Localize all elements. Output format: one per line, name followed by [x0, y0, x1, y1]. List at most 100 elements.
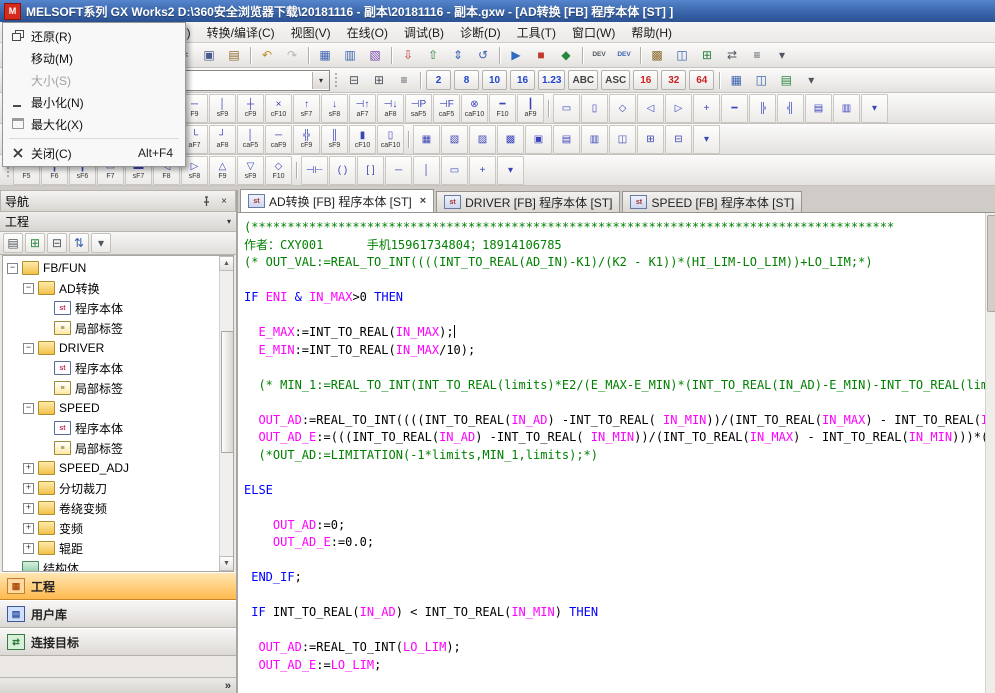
ladder-sF8-button[interactable]: ↓sF8: [321, 94, 348, 123]
ladder-saF5-button[interactable]: ⊣PsaF5: [405, 94, 432, 123]
device-list-icon[interactable]: ≡: [745, 44, 769, 66]
system-menu-item[interactable]: 关闭(C)Alt+F4: [5, 142, 183, 164]
display-setting-icon[interactable]: ▤: [3, 233, 23, 253]
ladder-tool-button[interactable]: ▥: [833, 94, 860, 123]
st-code-area[interactable]: (***************************************…: [238, 213, 985, 693]
statement-display-icon[interactable]: ⊞: [367, 69, 391, 91]
scroll-up-icon[interactable]: ▲: [219, 256, 234, 271]
parameter-icon[interactable]: ▩: [645, 44, 669, 66]
label-setting-icon[interactable]: ⊞: [695, 44, 719, 66]
ladder-tool-button[interactable]: ━: [721, 94, 748, 123]
redo-icon[interactable]: ↷: [280, 44, 304, 66]
overflow-chevron-icon[interactable]: ▾: [799, 69, 823, 91]
ladder-tool-button[interactable]: ▤: [805, 94, 832, 123]
sort-icon[interactable]: ⇅: [69, 233, 89, 253]
title-bar[interactable]: M MELSOFT系列 GX Works2 D:\360安全浏览器下载\2018…: [0, 0, 995, 22]
tree-scrollbar[interactable]: ▲ ▼: [219, 256, 233, 571]
ladder-cF9-button[interactable]: ╬cF9: [293, 125, 320, 154]
editor-scrollbar[interactable]: [985, 213, 995, 693]
watch-window-icon[interactable]: ▤: [774, 69, 798, 91]
tree-item[interactable]: +辊距: [3, 538, 219, 558]
ladder-caF9-button[interactable]: ─caF9: [265, 125, 292, 154]
copy-icon[interactable]: ▣: [197, 44, 221, 66]
tree-item[interactable]: ≡局部标签: [3, 318, 219, 338]
collapse-icon[interactable]: −: [7, 263, 18, 274]
tree-item[interactable]: st程序本体: [3, 358, 219, 378]
tree-item[interactable]: −DRIVER: [3, 338, 219, 358]
ladder-tool-button[interactable]: ( ): [329, 156, 356, 185]
tab-close-icon[interactable]: ×: [420, 196, 426, 207]
ladder-tool-button[interactable]: ◁: [637, 94, 664, 123]
comment-display-icon[interactable]: ⊟: [342, 69, 366, 91]
menubar-item[interactable]: 帮助(H): [623, 21, 680, 44]
expand-icon[interactable]: +: [23, 483, 34, 494]
ladder-tool-button[interactable]: ⊞: [637, 125, 664, 154]
undo-icon[interactable]: ↶: [255, 44, 279, 66]
system-menu-item[interactable]: 还原(R): [5, 25, 183, 47]
project-tree-bar[interactable]: 工程 ▾: [0, 212, 236, 232]
editor-tab[interactable]: stAD转换 [FB] 程序本体 [ST]×: [240, 189, 434, 212]
tree-item[interactable]: +变频: [3, 518, 219, 538]
tree-item[interactable]: −FB/FUN: [3, 258, 219, 278]
chevron-down-icon[interactable]: ▾: [227, 217, 231, 226]
ladder-caF5-button[interactable]: ⊣FcaF5: [433, 94, 460, 123]
ladder-tool-button[interactable]: ◇: [609, 94, 636, 123]
ladder-tool-button[interactable]: ╣: [777, 94, 804, 123]
monitor-write-icon[interactable]: ◆: [554, 44, 578, 66]
tree-item[interactable]: 结构体: [3, 558, 219, 571]
ascii-display-button[interactable]: ASC: [601, 70, 630, 90]
system-menu-item[interactable]: 最大化(X): [5, 113, 183, 135]
system-menu-item[interactable]: 大小(S): [5, 69, 183, 91]
buffer-memory-icon[interactable]: ◫: [749, 69, 773, 91]
start-monitor-icon[interactable]: ▶: [504, 44, 528, 66]
menubar-item[interactable]: 工具(T): [509, 21, 564, 44]
ladder-tool-button[interactable]: ⊣⊢: [301, 156, 328, 185]
radix-hex-button[interactable]: 16: [510, 70, 535, 90]
collapse-all-icon[interactable]: ⊟: [47, 233, 67, 253]
ladder-tool-button[interactable]: ▣: [525, 125, 552, 154]
ladder-sF7-button[interactable]: ↑sF7: [293, 94, 320, 123]
ladder-aF9-button[interactable]: ┃aF9: [517, 94, 544, 123]
ladder-tool-button[interactable]: +: [469, 156, 496, 185]
new-data-icon[interactable]: ⊞: [25, 233, 45, 253]
tree-item[interactable]: ≡局部标签: [3, 378, 219, 398]
tree-item[interactable]: st程序本体: [3, 418, 219, 438]
write-to-plc-icon[interactable]: ⇩: [396, 44, 420, 66]
expand-icon[interactable]: +: [23, 523, 34, 534]
ladder-sF9-button[interactable]: ║sF9: [321, 125, 348, 154]
scrollbar-thumb[interactable]: [987, 215, 995, 312]
menubar-item[interactable]: 诊断(D): [452, 21, 509, 44]
word-16-button[interactable]: 16: [633, 70, 658, 90]
ladder-tool-button[interactable]: ─: [385, 156, 412, 185]
system-menu-item[interactable]: 最小化(N): [5, 91, 183, 113]
ladder-cF10-button[interactable]: ▮cF10: [349, 125, 376, 154]
more-buttons-chevron[interactable]: »: [225, 680, 231, 692]
dword-32-button[interactable]: 32: [661, 70, 686, 90]
overflow-chevron-icon[interactable]: ▾: [770, 44, 794, 66]
device-memory-icon[interactable]: DEV: [612, 44, 636, 66]
tree-item[interactable]: −SPEED: [3, 398, 219, 418]
nav-category-button[interactable]: ⇄连接目标: [0, 628, 236, 656]
ladder-caF10-button[interactable]: ⊗caF10: [461, 94, 488, 123]
ladder-tool-button[interactable]: ▨: [469, 125, 496, 154]
close-icon[interactable]: ×: [217, 194, 231, 208]
melsoft-app-icon[interactable]: M: [4, 3, 21, 20]
ladder-tool-button[interactable]: ▤: [553, 125, 580, 154]
editor-tab[interactable]: stSPEED [FB] 程序本体 [ST]: [622, 191, 802, 212]
system-menu-item[interactable]: 移动(M): [5, 47, 183, 69]
ladder-cF10-button[interactable]: ×cF10: [265, 94, 292, 123]
scrollbar-track[interactable]: [220, 271, 233, 556]
ladder-aF7-button[interactable]: ⊣↑aF7: [349, 94, 376, 123]
ladder-F9-button[interactable]: △F9: [209, 156, 236, 185]
radix-bin-button[interactable]: 2: [426, 70, 451, 90]
collapse-icon[interactable]: −: [23, 283, 34, 294]
expand-icon[interactable]: +: [23, 543, 34, 554]
ladder-tool-button[interactable]: ▦: [413, 125, 440, 154]
ladder-tool-button[interactable]: [ ]: [357, 156, 384, 185]
st-editor-icon[interactable]: ▥: [338, 44, 362, 66]
qword-64-button[interactable]: 64: [689, 70, 714, 90]
stop-monitor-icon[interactable]: ■: [529, 44, 553, 66]
filter-icon[interactable]: ▾: [91, 233, 111, 253]
menubar-item[interactable]: 在线(O): [339, 21, 396, 44]
real-display-button[interactable]: 1.23: [538, 70, 565, 90]
